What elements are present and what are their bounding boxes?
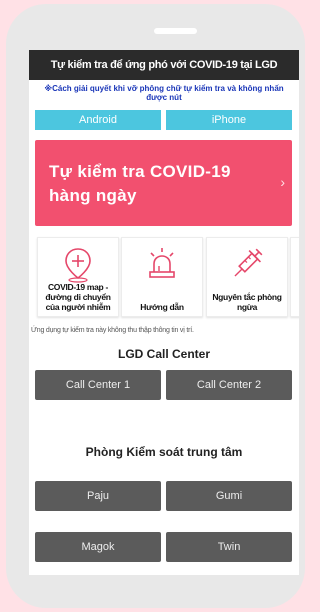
daily-self-check-label: Tự kiểm tra COVID-19 hàng ngày: [49, 162, 231, 205]
paju-button[interactable]: Paju: [35, 481, 161, 511]
magok-button[interactable]: Magok: [35, 532, 161, 562]
gumi-button[interactable]: Gumi: [166, 481, 292, 511]
guide-card[interactable]: Hướng dẫn: [121, 237, 203, 317]
daily-self-check-button[interactable]: Tự kiểm tra COVID-19 hàng ngày ›: [35, 140, 292, 226]
call-center-title: LGD Call Center: [117, 347, 210, 361]
siren-alarm-icon: [142, 244, 182, 289]
android-button[interactable]: Android: [35, 110, 161, 130]
covid-map-label: COVID-19 map - đường di chuyển của người…: [45, 282, 111, 312]
font-issue-notice-link[interactable]: ※Cách giải quyết khi vỡ phông chữ tự kiể…: [37, 84, 291, 102]
call-center-2-button[interactable]: Call Center 2: [166, 370, 292, 400]
prevention-rules-card[interactable]: Nguyên tắc phòng ngừa: [206, 237, 288, 317]
prevention-rules-label: Nguyên tắc phòng ngừa: [212, 292, 282, 312]
guide-label: Hướng dẫn: [140, 302, 184, 312]
next-card-partial[interactable]: [290, 237, 299, 317]
iphone-button[interactable]: iPhone: [166, 110, 292, 130]
call-center-1-button[interactable]: Call Center 1: [35, 370, 161, 400]
covid-map-card[interactable]: COVID-19 map - đường di chuyển của người…: [37, 237, 119, 317]
page-title: Tự kiểm tra để ứng phó với COVID-19 tại …: [29, 50, 299, 80]
chevron-right-icon: ›: [280, 174, 285, 190]
control-room-title: Phòng Kiểm soát trung tâm: [85, 445, 243, 459]
location-privacy-note: Ứng dụng tự kiểm tra này không thu thập …: [31, 327, 194, 334]
syringe-icon: [227, 244, 267, 289]
app-screen: Tự kiểm tra để ứng phó với COVID-19 tại …: [29, 50, 299, 575]
phone-speaker: [154, 28, 197, 34]
twin-button[interactable]: Twin: [166, 532, 292, 562]
